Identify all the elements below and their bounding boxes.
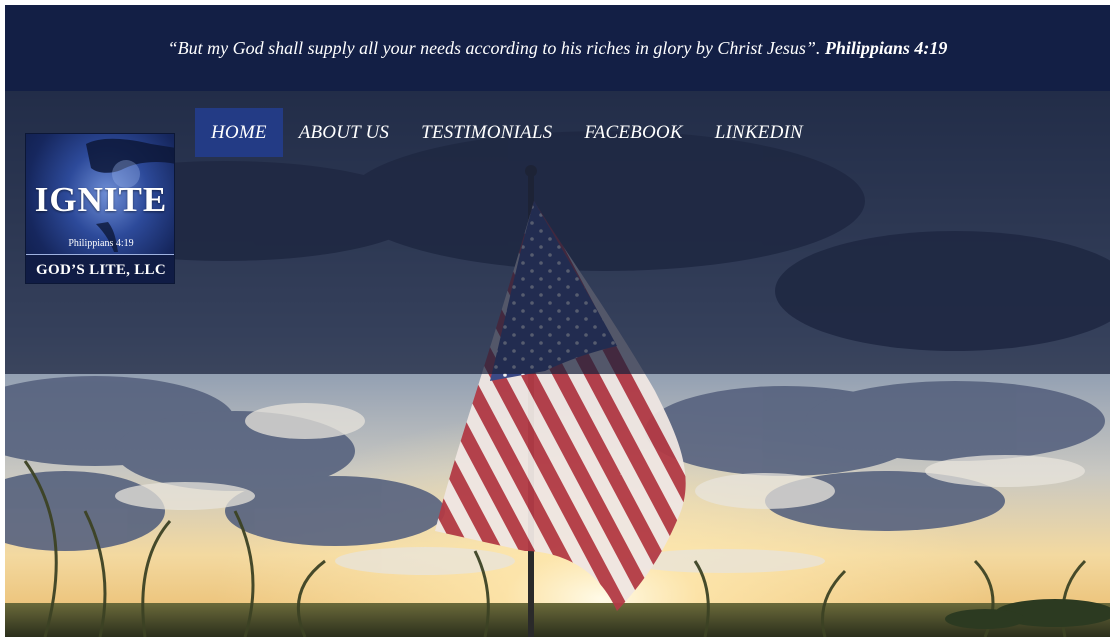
logo-company-name: GOD’S LITE, LLC — [36, 261, 166, 278]
nav-item-home[interactable]: HOME — [195, 108, 283, 157]
company-logo[interactable]: IGNITE Philippians 4:19 GOD’S LITE, LLC — [25, 133, 175, 284]
scripture-reference: Philippians 4:19 — [824, 37, 948, 58]
hero-section: HOME ABOUT US TESTIMONIALS FACEBOOK LINK… — [5, 91, 1110, 637]
scripture-quote: “But my God shall supply all your needs … — [167, 37, 821, 58]
nav-item-testimonials[interactable]: TESTIMONIALS — [405, 108, 568, 157]
main-navigation: HOME ABOUT US TESTIMONIALS FACEBOOK LINK… — [195, 108, 819, 157]
logo-verse-text: Philippians 4:19 — [68, 238, 134, 249]
page-frame: “But my God shall supply all your needs … — [5, 5, 1110, 637]
nav-item-about-us[interactable]: ABOUT US — [283, 108, 405, 157]
scripture-banner: “But my God shall supply all your needs … — [5, 5, 1110, 91]
logo-company-band: GOD’S LITE, LLC — [26, 254, 174, 283]
nav-item-facebook[interactable]: FACEBOOK — [568, 108, 698, 157]
logo-brand-text: IGNITE — [34, 180, 168, 219]
nav-item-linkedin[interactable]: LINKEDIN — [699, 108, 819, 157]
